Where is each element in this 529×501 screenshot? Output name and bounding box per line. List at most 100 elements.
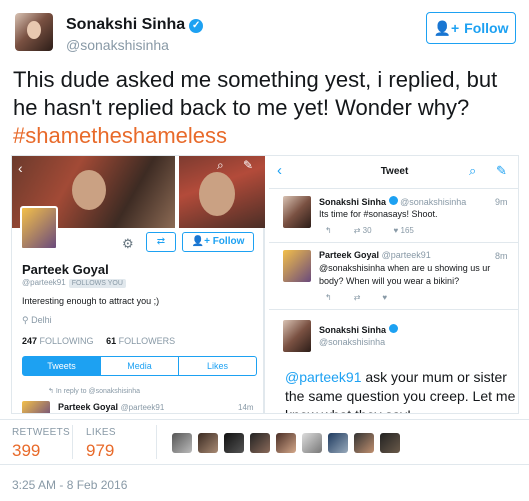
like-count: ♥ 165 [394, 226, 414, 235]
reply-icon: ↰ [325, 226, 332, 235]
tweet3-text: @parteek91 ask your mum or sister the sa… [285, 368, 517, 413]
retweets-count[interactable]: 399 [12, 441, 40, 461]
tweet2-time: 8m [495, 251, 508, 261]
banner-face-2 [199, 172, 235, 216]
following-label: FOLLOWING [39, 336, 94, 346]
tweet-timestamp[interactable]: 3:25 AM - 8 Feb 2016 [12, 478, 127, 492]
retweet-icon: ⇄ [353, 293, 361, 302]
thread-title: Tweet [380, 166, 409, 177]
search-icon: ⌕ [217, 158, 224, 172]
message-button: ⇄ [146, 232, 176, 252]
tweet3-mention: @parteek91 [285, 369, 362, 385]
tweet1-time: 9m [495, 197, 508, 207]
profile-tabs: Tweets Media Likes [22, 356, 257, 376]
search-icon: ⌕ [469, 163, 477, 178]
divider [156, 425, 157, 459]
profile-name: Parteek Goyal [22, 262, 109, 277]
tweet1-text: Its time for #sonasays! Shoot. [319, 209, 438, 219]
liker-avatar[interactable] [224, 433, 244, 453]
likes-label[interactable]: LIKES [86, 427, 116, 438]
verified-badge-icon [388, 196, 398, 205]
tweet1-avatar [283, 196, 311, 228]
tweet1-author: Sonakshi Sinha @sonakshisinha [319, 196, 466, 207]
tweet3-avatar [283, 320, 311, 352]
author-avatar[interactable] [15, 13, 53, 51]
retweet-icon: ⇄ [353, 226, 361, 235]
liker-avatar[interactable] [354, 433, 374, 453]
location-pin-icon: ⚲ [22, 315, 29, 325]
reply-arrow-icon: ↰ [48, 388, 54, 395]
tweet3-name: Sonakshi Sinha [319, 325, 387, 335]
liker-avatar[interactable] [172, 433, 192, 453]
author-handle[interactable]: @sonakshisinha [66, 37, 169, 53]
profile-stats: 247 FOLLOWING 61 FOLLOWERS [22, 336, 175, 346]
divider [0, 419, 529, 420]
author-name-text[interactable]: Sonakshi Sinha [66, 16, 185, 33]
retweet-count: ⇄ 30 [354, 226, 372, 235]
reply-icon: ↰ [325, 293, 332, 302]
tweet2-text: @sonakshisinha when are u showing us ur … [319, 263, 491, 286]
tweet3-handle: @sonakshisinha [319, 337, 386, 347]
profile-follow-button: 👤+ Follow [182, 232, 254, 252]
tweet-text: This dude asked me something yest, i rep… [13, 66, 518, 150]
divider [269, 242, 518, 243]
row-author: Parteek Goyal @parteek91 [58, 402, 164, 412]
divider [269, 309, 518, 310]
heart-icon: ♥ [393, 226, 399, 235]
heart-icon: ♥ [382, 293, 388, 302]
liker-avatar[interactable] [198, 433, 218, 453]
author-name[interactable]: Sonakshi Sinha ✓ [66, 16, 204, 34]
profile-pane: ‹ ⌕ ✎ ⚙ ⇄ 👤+ Follow Parteek Goyal @parte… [12, 156, 265, 413]
banner-face [72, 170, 106, 210]
row-handle: @parteek91 [120, 403, 165, 412]
tweet3-author: Sonakshi Sinha [319, 324, 398, 335]
follow-button[interactable]: 👤+ Follow [426, 12, 516, 44]
liker-avatar[interactable] [380, 433, 400, 453]
compose-icon: ✎ [243, 158, 254, 172]
retweets-label[interactable]: RETWEETS [12, 427, 70, 438]
liker-avatar[interactable] [250, 433, 270, 453]
tweet1-likes: 165 [400, 226, 414, 235]
row-avatar [22, 401, 50, 413]
tweet2-handle: @parteek91 [381, 250, 431, 260]
thread-pane: ‹ Tweet ⌕ ✎ Sonakshi Sinha @sonakshisinh… [269, 156, 518, 413]
follows-you-badge: FOLLOWS YOU [68, 279, 126, 288]
profile-bio: Interesting enough to attract you ;) [22, 296, 160, 306]
tweet1-retweets: 30 [362, 226, 372, 235]
tweet1-handle: @sonakshisinha [400, 197, 467, 207]
hashtag-link[interactable]: #shametheshameless [13, 123, 227, 148]
divider [0, 464, 529, 465]
likes-count[interactable]: 979 [86, 441, 114, 461]
profile-avatar [20, 206, 58, 250]
profile-location: ⚲ Delhi [22, 315, 52, 326]
back-arrow-icon: ‹ [18, 160, 23, 176]
profile-handle: @parteek91 FOLLOWS YOU [22, 278, 126, 288]
tab-likes: Likes [206, 361, 228, 371]
gear-icon: ⚙ [122, 236, 134, 251]
tab-tweets: Tweets [23, 357, 101, 375]
tweet2-author: Parteek Goyal @parteek91 [319, 250, 431, 260]
liker-avatar[interactable] [328, 433, 348, 453]
add-user-icon: 👤+ [433, 19, 460, 36]
reply-note: ↰ In reply to @sonakshisinha [48, 387, 140, 395]
liker-avatar[interactable] [302, 433, 322, 453]
thread-header: ‹ Tweet ⌕ ✎ [269, 156, 518, 189]
liker-avatar[interactable] [276, 433, 296, 453]
row-time: 14m [238, 403, 254, 412]
tweet2-name: Parteek Goyal [319, 250, 380, 260]
reply-note-text: In reply to @sonakshisinha [55, 388, 140, 395]
embedded-screenshot[interactable]: ‹ ⌕ ✎ ⚙ ⇄ 👤+ Follow Parteek Goyal @parte… [11, 155, 519, 414]
profile-handle-text: @parteek91 [22, 278, 66, 287]
verified-badge-icon: ✓ [189, 19, 204, 33]
divider [72, 425, 73, 459]
tweet1-actions: ↰ ⇄ 30 ♥ 165 [325, 226, 414, 235]
tweet1-name: Sonakshi Sinha [319, 197, 387, 207]
follow-button-label: Follow [464, 20, 509, 36]
followers-count: 61 [106, 336, 117, 346]
profile-location-text: Delhi [31, 315, 52, 325]
row-name: Parteek Goyal [58, 402, 119, 412]
tab-media: Media [101, 357, 179, 375]
tweet2-actions: ↰ ⇄ ♥ [325, 293, 387, 302]
tweet-body: This dude asked me something yest, i rep… [13, 67, 498, 120]
followers-label: FOLLOWERS [118, 336, 176, 346]
